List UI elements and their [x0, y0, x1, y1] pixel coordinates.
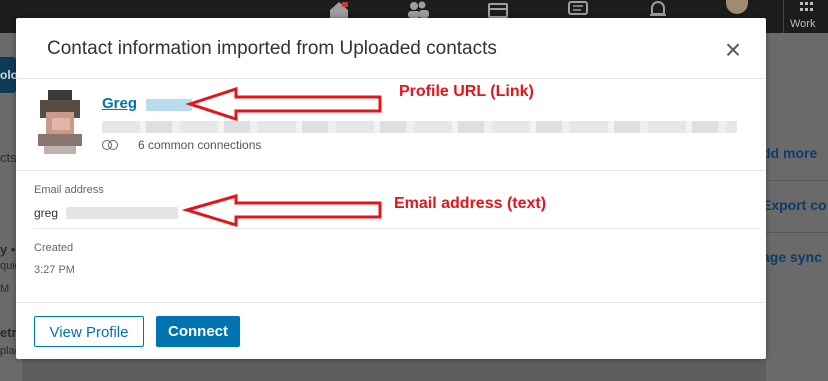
annotation-profile-url: Profile URL (Link)	[399, 83, 534, 100]
profile-url-arrow	[185, 86, 382, 122]
email-arrow	[181, 194, 382, 228]
annotation-email: Email address (text)	[394, 195, 547, 212]
annotation-arrows	[181, 86, 382, 228]
